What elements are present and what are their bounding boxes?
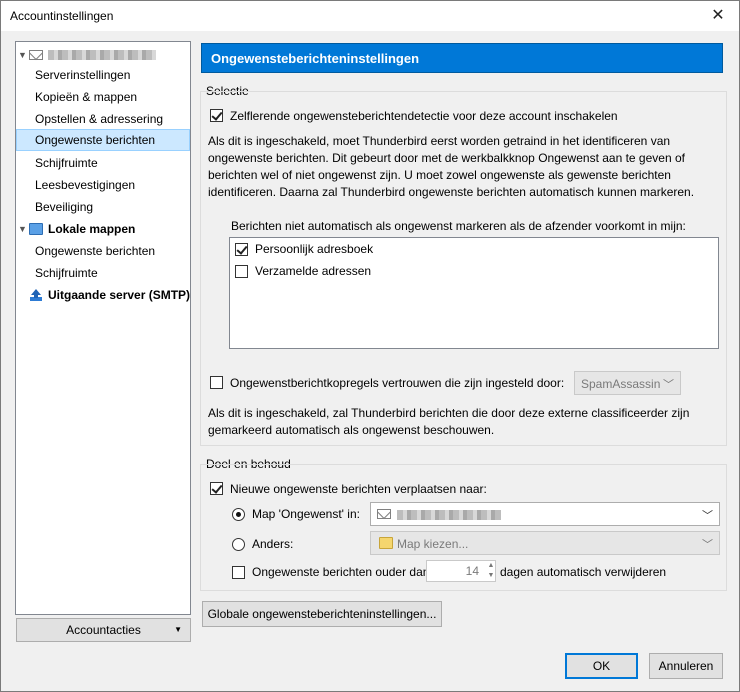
tree-item-beveiliging[interactable]: Beveiliging: [16, 196, 190, 218]
other-folder-radio-label: Anders:: [252, 537, 294, 551]
junk-folder-radio-label: Map 'Ongewenst' in:: [252, 507, 360, 521]
local-folders-icon: [29, 223, 43, 235]
whitelist-item-label: Persoonlijk adresboek: [255, 242, 374, 256]
ok-button[interactable]: OK: [565, 653, 638, 679]
whitelist-checkbox-collected[interactable]: [235, 265, 248, 278]
tree-item-label: Uitgaande server (SMTP): [48, 288, 191, 302]
purge-junk-label: Ongewenste berichten ouder dan: [252, 565, 430, 579]
tree-item-label: Schijfruimte: [35, 266, 98, 280]
folder-icon: [379, 537, 393, 549]
tree-item-serverinstellingen[interactable]: Serverinstellingen: [16, 64, 190, 86]
tree-item-label: Ongewenste berichten: [35, 244, 156, 258]
tree-item-label: Leesbevestigingen: [35, 178, 136, 192]
tree-item-ongewenste-berichten[interactable]: Ongewenste berichten: [16, 129, 190, 151]
tree-item-label: Opstellen & adressering: [35, 112, 164, 126]
chevron-down-icon: ﹀: [702, 539, 713, 551]
purge-suffix-label: dagen automatisch verwijderen: [500, 565, 667, 579]
tree-item-schijfruimte[interactable]: Schijfruimte: [16, 152, 190, 174]
trust-headers-help: Als dit is ingeschakeld, zal Thunderbird…: [208, 406, 690, 437]
account-actions-label: Accountacties: [66, 623, 141, 637]
adaptive-junk-checkbox[interactable]: [210, 109, 223, 122]
trust-headers-label: Ongewenstberichtkopregels vertrouwen die…: [230, 376, 565, 390]
window-title: Accountinstellingen: [10, 9, 114, 23]
move-junk-checkbox[interactable]: [210, 482, 223, 495]
page-title: Ongewensteberichteninstellingen: [211, 51, 420, 66]
adaptive-junk-label: Zelflerende ongewensteberichtendetectie …: [230, 109, 618, 123]
global-junk-settings-button[interactable]: Globale ongewensteberichteninstellingen.…: [202, 601, 442, 627]
tree-outgoing-server[interactable]: Uitgaande server (SMTP): [16, 284, 190, 306]
tree-account-root[interactable]: ▼: [16, 44, 190, 66]
adaptive-junk-help: Als dit is ingeschakeld, moet Thunderbir…: [208, 134, 695, 199]
junk-folder-radio[interactable]: [232, 508, 245, 521]
account-actions-button[interactable]: Accountacties ▼: [16, 618, 191, 642]
chevron-down-icon: ﹀: [702, 510, 713, 522]
whitelist-list[interactable]: Persoonlijk adresboek Verzamelde adresse…: [229, 237, 719, 349]
purge-junk-checkbox[interactable]: [232, 566, 245, 579]
tree-item-kopieen[interactable]: Kopieën & mappen: [16, 86, 190, 108]
purge-days-value: 14: [465, 564, 479, 578]
mail-icon: [377, 509, 391, 519]
trust-classifier-value: SpamAssassin: [581, 377, 661, 391]
tree-item-label: Schijfruimte: [35, 156, 98, 170]
junk-account-value-blurred: [397, 510, 501, 520]
chevron-down-icon[interactable]: ▼: [18, 44, 27, 66]
other-folder-value: Map kiezen...: [397, 537, 469, 551]
whitelist-checkbox-personal[interactable]: [235, 243, 248, 256]
other-folder-select[interactable]: Map kiezen... ﹀: [370, 531, 720, 555]
account-settings-window: Accountinstellingen ✕ ▼ Serverinstelling…: [0, 0, 740, 692]
panel-header: Ongewensteberichteninstellingen: [201, 43, 723, 73]
trust-classifier-select[interactable]: SpamAssassin ﹀: [574, 371, 681, 395]
other-folder-radio[interactable]: [232, 538, 245, 551]
chevron-down-icon: ▼: [174, 625, 182, 634]
mail-icon: [29, 50, 43, 60]
purge-days-stepper[interactable]: 14 ▲ ▼: [426, 560, 496, 582]
chevron-down-icon[interactable]: ▼: [18, 218, 27, 240]
tree-item-label: Beveiliging: [35, 200, 94, 214]
tree-item-leesbevestigingen[interactable]: Leesbevestigingen: [16, 174, 190, 196]
whitelist-label: Berichten niet automatisch als ongewenst…: [231, 219, 686, 233]
account-name-blurred: [48, 50, 156, 60]
spinner-arrows-icon[interactable]: ▲ ▼: [485, 561, 497, 583]
account-tree[interactable]: ▼ Serverinstellingen Kopieën & mappen Op…: [15, 41, 191, 615]
tree-item-local-junk[interactable]: Ongewenste berichten: [16, 240, 190, 262]
close-icon[interactable]: ✕: [705, 4, 731, 28]
tree-item-label: Lokale mappen: [48, 222, 136, 236]
tree-item-local-diskspace[interactable]: Schijfruimte: [16, 262, 190, 284]
tree-item-label: Serverinstellingen: [35, 68, 131, 82]
junk-account-select[interactable]: ﹀: [370, 502, 720, 526]
chevron-down-icon: ﹀: [663, 379, 674, 391]
move-junk-label: Nieuwe ongewenste berichten verplaatsen …: [230, 482, 487, 496]
whitelist-item-label: Verzamelde adressen: [255, 264, 372, 278]
tree-item-opstellen[interactable]: Opstellen & adressering: [16, 108, 190, 130]
tree-item-label: Ongewenste berichten: [35, 133, 156, 147]
title-bar: Accountinstellingen ✕: [1, 1, 739, 31]
cancel-button[interactable]: Annuleren: [649, 653, 723, 679]
trust-headers-checkbox[interactable]: [210, 376, 223, 389]
tree-item-label: Kopieën & mappen: [35, 90, 138, 104]
tree-local-folders[interactable]: ▼ Lokale mappen: [16, 218, 190, 240]
upload-arrow-icon: [30, 289, 42, 301]
